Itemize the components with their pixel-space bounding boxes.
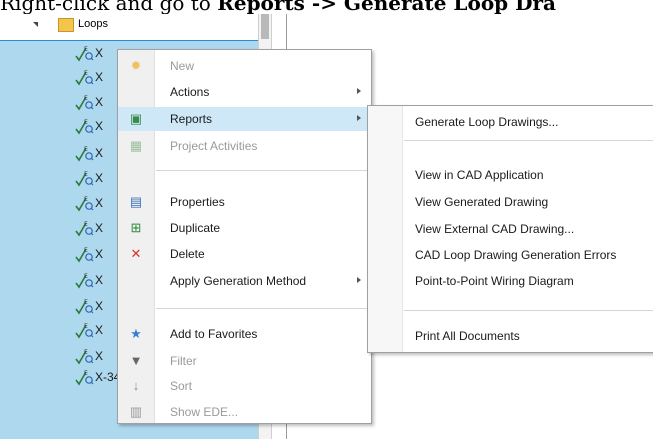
new-icon: ✹ [130,58,142,73]
menu-separator [156,170,367,171]
tree-row-tag: X [95,196,104,210]
submenu-arrow-icon [357,277,361,283]
menu-item-duplicate[interactable]: ⊞ Duplicate [118,216,371,240]
menu-separator [156,308,367,309]
menu-item-reports[interactable]: ▣ Reports [118,107,371,131]
svg-text:E: E [84,70,88,77]
submenu-item-view-generated-drawing[interactable]: View Generated Drawing [368,190,653,214]
caption-reports: Reports [217,0,305,15]
submenu-item-label: Generate Loop Drawings... [415,115,559,129]
menu-item-label: Sort [170,379,193,393]
caption-arrow: -> [304,0,344,15]
tree-row-tag: X [95,146,104,160]
tree-row-tag: X [95,46,104,60]
submenu-item-point-to-point-wiring-diagram[interactable]: Point-to-Point Wiring Diagram [368,269,653,293]
submenu-separator [404,310,653,311]
submenu-arrow-icon [357,88,361,94]
tree-node-loops[interactable]: Loops [0,14,258,41]
menu-item-label: Apply Generation Method [170,274,307,288]
menu-item-label: Show EDE... [170,405,239,419]
menu-item-label: Reports [170,112,213,126]
menu-item-label: Actions [170,85,210,99]
svg-text:E: E [84,196,88,203]
properties-icon: ▤ [129,194,143,209]
caption-generate: Generate Loop Dra [343,0,556,15]
menu-item-label: Duplicate [170,221,221,235]
svg-text:E: E [84,146,88,153]
tree-row-tag: X [95,171,104,185]
submenu-item-label: Point-to-Point Wiring Diagram [415,274,574,288]
menu-item-sort[interactable]: ↓ Sort [118,374,371,398]
svg-text:E: E [84,273,88,280]
tree-node-label: Loops [78,18,108,30]
tree-row-tag: X [95,221,104,235]
menu-item-label: Add to Favorites [170,327,258,341]
svg-text:E: E [84,119,88,126]
menu-item-actions[interactable]: Actions [118,80,371,104]
submenu-item-generate-loop-drawings[interactable]: Generate Loop Drawings... [368,110,653,134]
menu-item-label: Filter [170,354,197,368]
menu-item-show-ede[interactable]: ▥ Show EDE... [118,400,371,424]
show-ede-icon: ▥ [129,404,143,419]
submenu-item-label: View External CAD Drawing... [415,222,575,236]
reports-submenu: Generate Loop Drawings... View in CAD App… [367,105,653,353]
sort-icon: ↓ [132,378,140,393]
context-menu: ✹ New Actions ▣ Reports ▦ Project Activities ▤ P… [117,49,372,424]
submenu-arrow-icon [357,115,361,121]
menu-item-delete[interactable]: ✕ Delete [118,242,371,266]
svg-text:E: E [84,323,88,330]
submenu-item-label: View Generated Drawing [415,195,549,209]
menu-item-project-activities[interactable]: ▦ Project Activities [118,134,371,158]
menu-item-label: Delete [170,247,205,261]
star-icon: ★ [130,326,142,341]
menu-item-label: Project Activities [170,139,258,153]
submenu-item-view-external-cad-drawing[interactable]: View External CAD Drawing... [368,217,653,241]
delete-icon: ✕ [130,246,142,261]
svg-text:E: E [84,247,88,254]
tree-row-tag: X [95,119,104,133]
scrollbar-thumb[interactable] [261,14,269,39]
menu-item-filter[interactable]: ▼ Filter [118,349,371,373]
duplicate-icon: ⊞ [130,220,142,235]
menu-item-label: Properties [170,195,225,209]
menu-item-new[interactable]: ✹ New [118,54,371,78]
svg-text:E: E [84,95,88,102]
submenu-item-cad-loop-drawing-generation-errors[interactable]: CAD Loop Drawing Generation Errors [368,243,653,267]
tree-row-tag: X [95,299,104,313]
expand-arrow-icon[interactable] [33,22,38,27]
filter-icon: ▼ [129,353,143,368]
reports-icon: ▣ [129,111,143,126]
svg-text:E: E [84,299,88,306]
submenu-item-label: Print All Documents [415,329,520,343]
svg-text:E: E [84,370,88,377]
menu-item-add-to-favorites[interactable]: ★ Add to Favorites [118,322,371,346]
svg-text:E: E [84,221,88,228]
folder-icon [58,18,74,32]
menu-item-label: New [170,59,195,73]
tree-row-tag: X [95,273,104,287]
svg-text:E: E [84,46,88,53]
tree-row-tag: X [95,349,104,363]
menu-item-apply-generation-method[interactable]: Apply Generation Method [118,269,371,293]
project-activities-icon: ▦ [129,138,143,153]
submenu-item-view-in-cad-application[interactable]: View in CAD Application [368,163,653,187]
tree-row-tag: X [95,247,104,261]
tree-row-tag: X [95,323,104,337]
tree-row-tag: X [95,70,104,84]
menu-item-properties[interactable]: ▤ Properties [118,190,371,214]
caption-prefix: Right-click and go to [0,0,218,15]
submenu-item-label: CAD Loop Drawing Generation Errors [415,248,617,262]
svg-text:E: E [84,349,88,356]
tree-row-tag: X [95,95,104,109]
submenu-separator [404,140,653,141]
submenu-item-label: View in CAD Application [415,168,544,182]
submenu-item-print-all-documents[interactable]: Print All Documents [368,324,653,348]
svg-text:E: E [84,171,88,178]
